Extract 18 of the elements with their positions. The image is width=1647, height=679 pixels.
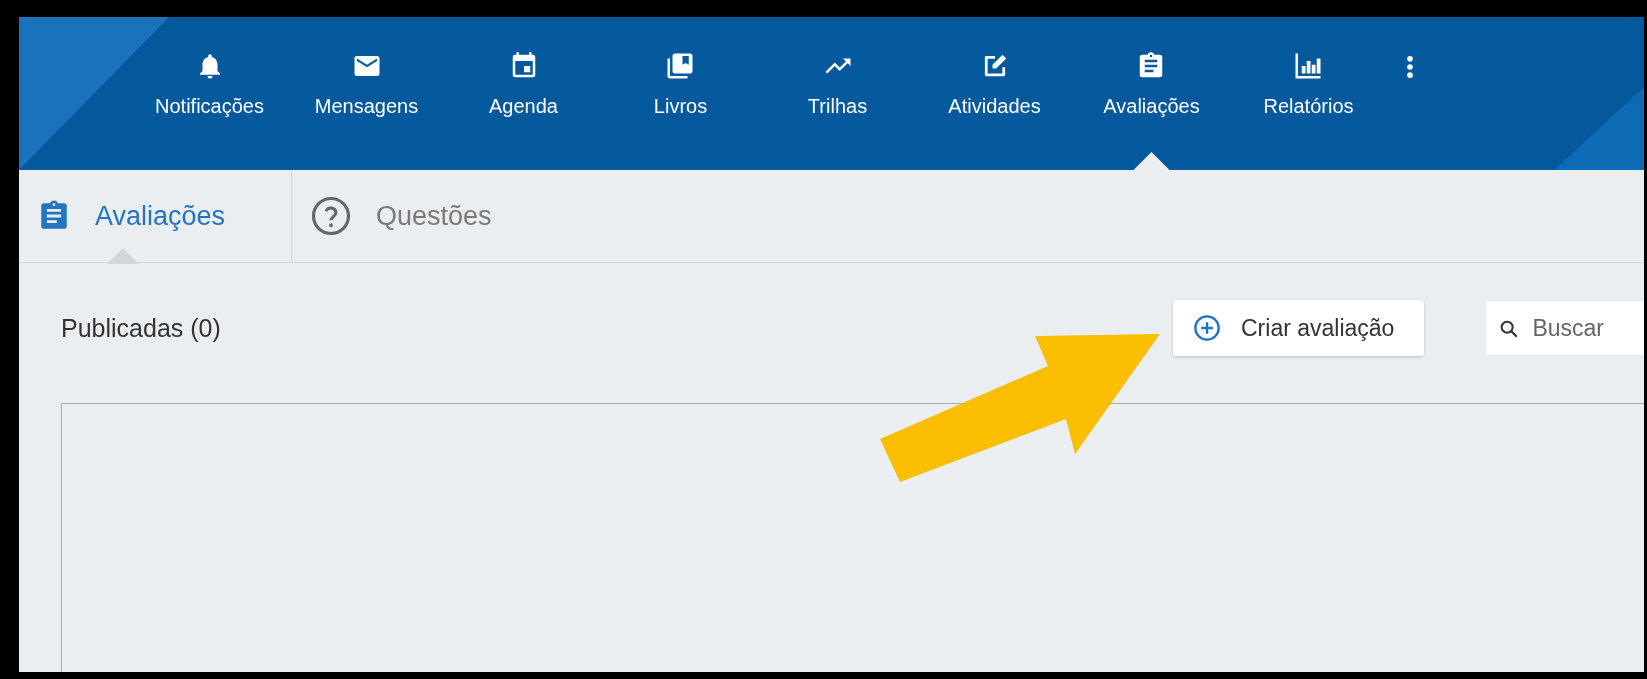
books-icon bbox=[665, 51, 696, 81]
nav-item[interactable]: Agenda bbox=[483, 47, 564, 122]
tab[interactable]: Avaliações bbox=[19, 170, 262, 262]
nav-item[interactable]: Trilhas bbox=[801, 47, 874, 122]
more-options-icon[interactable] bbox=[1405, 53, 1415, 81]
section-heading: Publicadas (0) bbox=[61, 313, 222, 343]
nav-item[interactable]: Notificações bbox=[149, 47, 270, 122]
nav-item[interactable]: Atividades bbox=[942, 47, 1047, 122]
tab[interactable]: Questões bbox=[292, 170, 528, 262]
question-circle-icon bbox=[310, 195, 352, 237]
nav-item[interactable]: Relatórios bbox=[1257, 47, 1360, 122]
plus-circle-icon bbox=[1193, 314, 1221, 342]
nav-item[interactable]: Livros bbox=[647, 47, 714, 122]
search-field[interactable]: Buscar bbox=[1486, 301, 1644, 355]
create-button[interactable]: Criar avaliação bbox=[1173, 300, 1425, 356]
bar-chart-icon bbox=[1293, 51, 1324, 81]
nav-item[interactable]: Avaliações bbox=[1097, 47, 1206, 122]
nav-item[interactable]: Mensagens bbox=[308, 47, 425, 122]
